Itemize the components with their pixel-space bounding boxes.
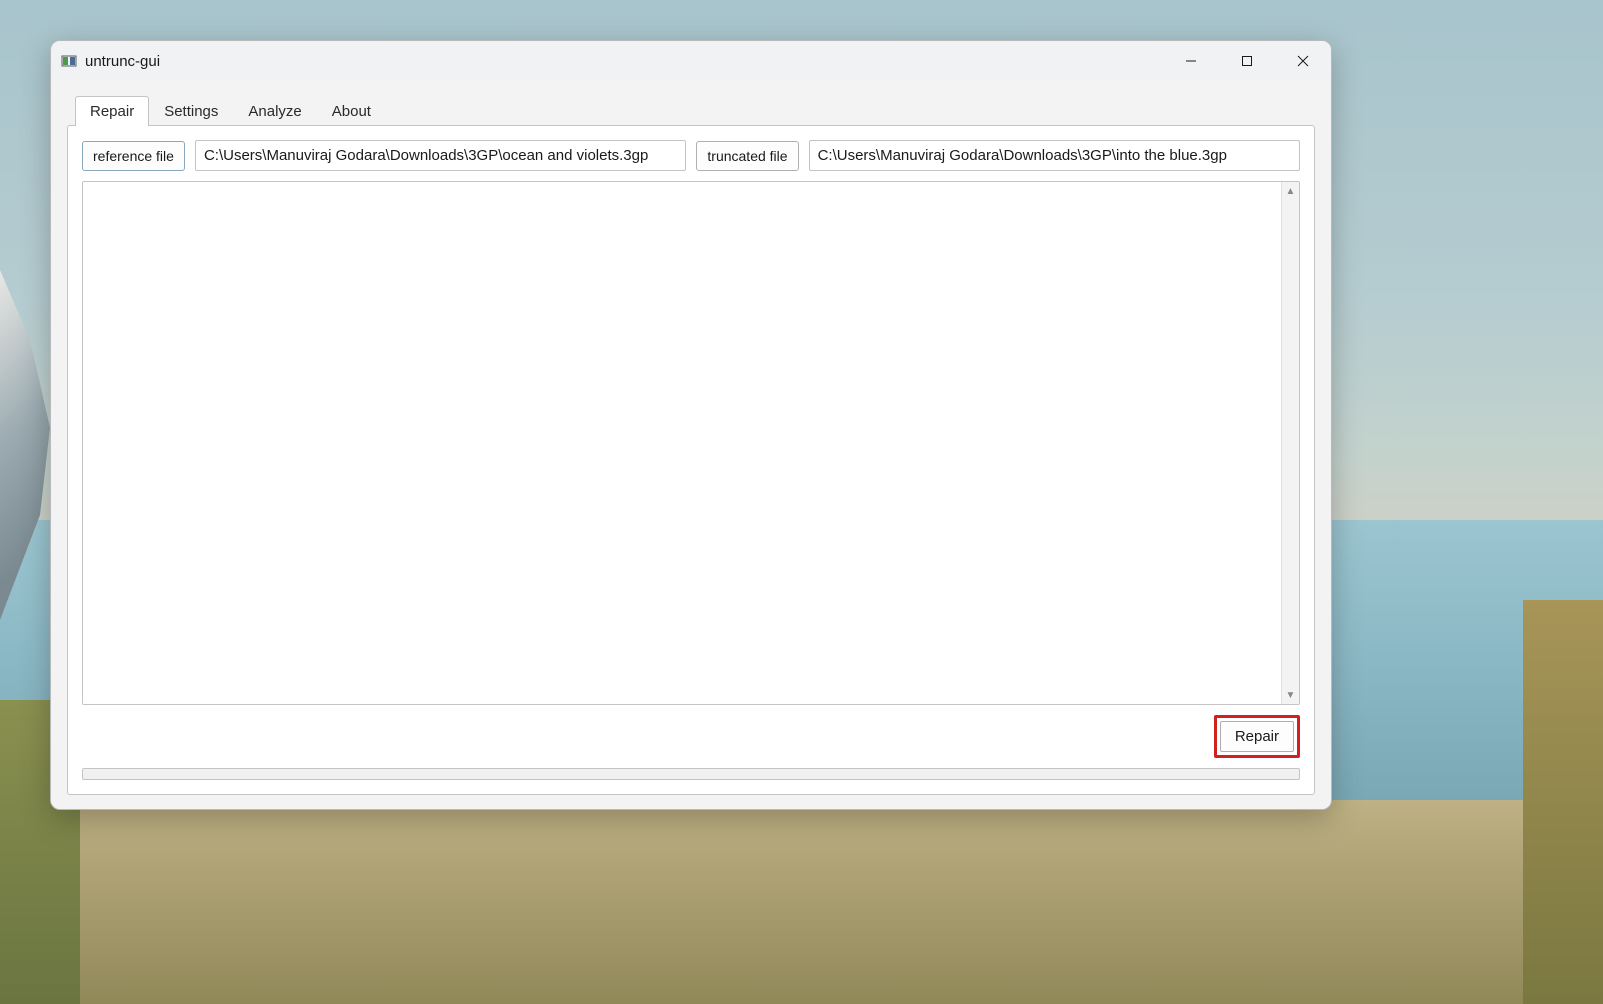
log-scrollbar[interactable]: ▲ ▼	[1281, 182, 1299, 704]
tab-repair[interactable]: Repair	[75, 96, 149, 126]
log-text-area[interactable]	[83, 182, 1281, 704]
window-controls	[1163, 41, 1331, 81]
reference-file-path[interactable]	[195, 140, 686, 171]
window-title: untrunc-gui	[85, 53, 160, 70]
tab-settings[interactable]: Settings	[149, 96, 233, 126]
repair-button-highlight: Repair	[1214, 715, 1300, 758]
titlebar[interactable]: untrunc-gui	[51, 41, 1331, 81]
tab-about[interactable]: About	[317, 96, 386, 126]
file-selection-row: reference file truncated file	[82, 140, 1300, 171]
close-button[interactable]	[1275, 41, 1331, 81]
action-row: Repair	[82, 715, 1300, 758]
scroll-up-icon[interactable]: ▲	[1282, 182, 1299, 200]
truncated-file-path[interactable]	[809, 140, 1300, 171]
app-icon	[61, 53, 77, 69]
reference-file-button[interactable]: reference file	[82, 141, 185, 171]
app-window: untrunc-gui Repair Settings Analyze Abou…	[50, 40, 1332, 810]
repair-button[interactable]: Repair	[1220, 721, 1294, 752]
tab-analyze[interactable]: Analyze	[233, 96, 316, 126]
window-body: Repair Settings Analyze About reference …	[51, 81, 1331, 809]
progress-bar	[82, 768, 1300, 780]
maximize-button[interactable]	[1219, 41, 1275, 81]
truncated-file-button[interactable]: truncated file	[696, 141, 798, 171]
wallpaper-grass-right	[1523, 600, 1603, 1004]
log-output: ▲ ▼	[82, 181, 1300, 705]
minimize-button[interactable]	[1163, 41, 1219, 81]
scroll-down-icon[interactable]: ▼	[1282, 686, 1299, 704]
tabs: Repair Settings Analyze About	[75, 95, 1315, 125]
tab-content-repair: reference file truncated file ▲ ▼ Repair	[67, 125, 1315, 795]
